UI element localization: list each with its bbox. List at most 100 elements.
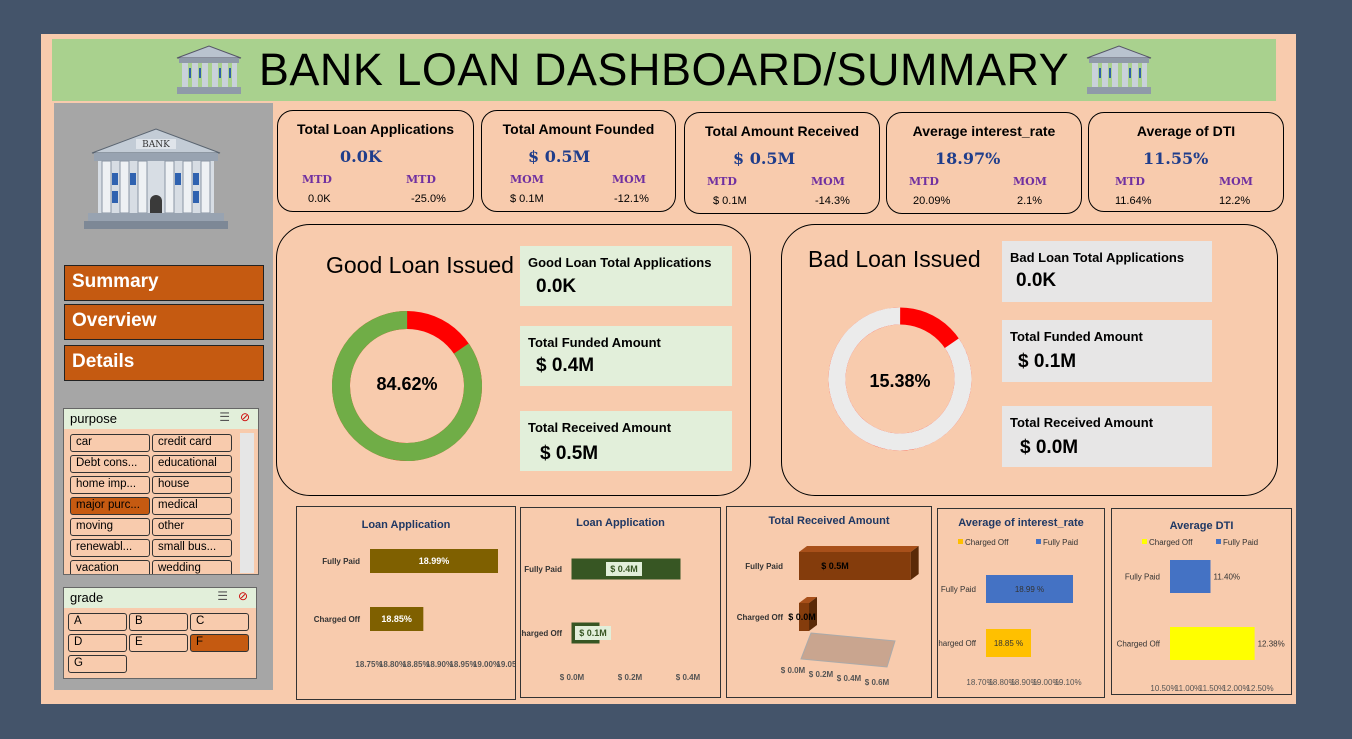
legend-label: Charged Off xyxy=(965,538,1009,547)
good-received-card: Total Received Amount $ 0.5M xyxy=(520,411,732,471)
chart-svg: Loan Application Fully Paid 18.99% Charged … xyxy=(314,519,524,669)
purpose-option[interactable]: wedding xyxy=(152,560,232,574)
purpose-option[interactable]: car xyxy=(70,434,150,452)
slicer-title: purpose xyxy=(70,411,117,426)
kpi-title: Total Loan Applications xyxy=(296,121,455,137)
stat-label: Total Funded Amount xyxy=(1010,329,1143,344)
chart-average-interest-rate: Average of interest_rate Charged Off Fully… xyxy=(933,508,1105,698)
good-loan-percent: 84.62% xyxy=(376,374,438,394)
grade-option[interactable]: C xyxy=(190,613,249,631)
kpi-left-value: 11.64% xyxy=(1115,195,1152,207)
page-title: BANK LOAN DASHBOARD/SUMMARY xyxy=(258,44,1070,95)
purpose-option[interactable]: medical xyxy=(152,497,232,515)
kpi-right-value: -25.0% xyxy=(411,193,446,205)
kpi-value: $ 0.5M xyxy=(733,149,796,168)
legend-label: Fully Paid xyxy=(1223,538,1258,547)
legend-label: Fully Paid xyxy=(1043,538,1078,547)
chart-floor xyxy=(800,632,896,668)
kpi-card: Total Amount Founded $ 0.5M MOM MOM $ 0.… xyxy=(481,110,676,212)
chart-title: Average DTI xyxy=(1170,520,1234,532)
kpi-value: $ 0.5M xyxy=(528,147,591,166)
axis-tick-label: $ 0.0M xyxy=(560,673,585,682)
kpi-title: Average of DTI xyxy=(1136,123,1236,139)
grade-option[interactable]: B xyxy=(129,613,188,631)
grade-option[interactable]: F xyxy=(190,634,249,652)
stat-label: Total Funded Amount xyxy=(528,335,661,350)
axis-tick-label: $ 0.0M xyxy=(781,666,806,675)
chart-svg: Average DTI Charged Off Fully Paid Fully Pa… xyxy=(1117,520,1285,693)
bank-building-icon: BANK xyxy=(84,128,228,229)
stat-value: $ 0.4M xyxy=(536,355,595,376)
clear-filter-icon[interactable]: ⊘ xyxy=(240,410,250,424)
category-label: Charged Off xyxy=(1117,640,1161,649)
multi-select-icon[interactable]: ☰ xyxy=(219,410,230,424)
data-label: 12.38% xyxy=(1258,640,1285,649)
kpi-title: Total Amount Founded xyxy=(502,121,655,137)
kpi-left-value: $ 0.1M xyxy=(713,195,747,207)
purpose-option[interactable]: major purc... xyxy=(70,497,150,515)
purpose-option[interactable]: credit card xyxy=(152,434,232,452)
chart-title: Total Received Amount xyxy=(768,515,889,527)
multi-select-icon[interactable]: ☰ xyxy=(217,589,228,603)
slicer-header: purpose ☰ ⊘ xyxy=(64,409,258,429)
axis-tick-label: 19.10% xyxy=(1054,678,1081,687)
stat-label: Total Received Amount xyxy=(528,420,672,435)
bar xyxy=(1170,627,1255,660)
grade-option[interactable]: D xyxy=(68,634,127,652)
grade-option[interactable]: E xyxy=(129,634,188,652)
purpose-option[interactable]: moving xyxy=(70,518,150,536)
kpi-left-value: 20.09% xyxy=(913,195,951,207)
nav-details-button[interactable]: Details xyxy=(64,345,264,381)
chart-total-received-amount: Total Received Amount Fully Paid $ 0.5M Cha… xyxy=(726,506,932,698)
data-label: $ 0.1M xyxy=(579,628,607,638)
purpose-option[interactable]: home imp... xyxy=(70,476,150,494)
bar xyxy=(1170,560,1211,593)
nav-summary-button[interactable]: Summary xyxy=(64,265,264,301)
purpose-option[interactable]: educational xyxy=(152,455,232,473)
chart-title: Loan Application xyxy=(362,519,451,531)
axis-tick-label: $ 0.4M xyxy=(837,674,862,683)
kpi-right-label: MOM xyxy=(1219,175,1253,188)
chart-title: Average of interest_rate xyxy=(958,517,1084,529)
chart-average-dti: Average DTI Charged Off Fully Paid Fully Pa… xyxy=(1111,508,1292,695)
bad-loan-percent: 15.38% xyxy=(869,371,931,391)
axis-tick-label: 11.00% xyxy=(1175,684,1202,693)
axis-tick-label: $ 0.2M xyxy=(618,673,643,682)
nav-overview-button[interactable]: Overview xyxy=(64,304,264,340)
purpose-option[interactable]: house xyxy=(152,476,232,494)
purpose-option[interactable]: vacation xyxy=(70,560,150,574)
kpi-left-label: MOM xyxy=(510,173,544,186)
chart-loan-application-amount: Loan Application Fully Paid $ 0.4M Charged … xyxy=(516,507,721,698)
clear-filter-icon[interactable]: ⊘ xyxy=(238,589,248,603)
data-label: 18.85 % xyxy=(994,639,1023,648)
legend-label: Charged Off xyxy=(1149,538,1193,547)
axis-tick-label: $ 0.6M xyxy=(865,678,890,687)
good-loan-title: Good Loan Issued xyxy=(326,252,514,278)
kpi-left-label: MTD xyxy=(909,175,939,188)
data-label: 11.40% xyxy=(1214,573,1241,582)
svg-text:BANK: BANK xyxy=(142,140,170,150)
chart-title: Loan Application xyxy=(576,517,665,529)
category-label: Fully Paid xyxy=(745,562,783,571)
axis-tick-label: $ 0.2M xyxy=(809,670,834,679)
bank-building-icon xyxy=(1086,45,1152,94)
purpose-option[interactable]: small bus... xyxy=(152,539,232,557)
grade-option[interactable]: A xyxy=(68,613,127,631)
slicer-scrollbar[interactable] xyxy=(240,433,254,573)
purpose-option[interactable]: other xyxy=(152,518,232,536)
purpose-option[interactable]: Debt cons... xyxy=(70,455,150,473)
data-label: 18.99 % xyxy=(1015,585,1044,594)
grade-option[interactable]: G xyxy=(68,655,127,673)
bad-funded-card: Total Funded Amount $ 0.1M xyxy=(1002,320,1212,382)
stat-value: $ 0.5M xyxy=(540,443,599,464)
stat-value: $ 0.0M xyxy=(1020,437,1079,458)
chart-svg: Loan Application Fully Paid $ 0.4M Charged … xyxy=(516,517,701,682)
kpi-right-value: -12.1% xyxy=(614,193,649,205)
axis-tick-label: 19.05% xyxy=(496,660,515,669)
kpi-title: Average interest_rate xyxy=(912,123,1056,139)
data-label: $ 0.0M xyxy=(788,612,816,622)
kpi-title: Total Amount Received xyxy=(704,123,860,139)
stat-label: Good Loan Total Applications xyxy=(528,255,712,270)
chart-svg: Average of interest_rate Charged Off Fully… xyxy=(933,517,1084,687)
purpose-option[interactable]: renewabl... xyxy=(70,539,150,557)
